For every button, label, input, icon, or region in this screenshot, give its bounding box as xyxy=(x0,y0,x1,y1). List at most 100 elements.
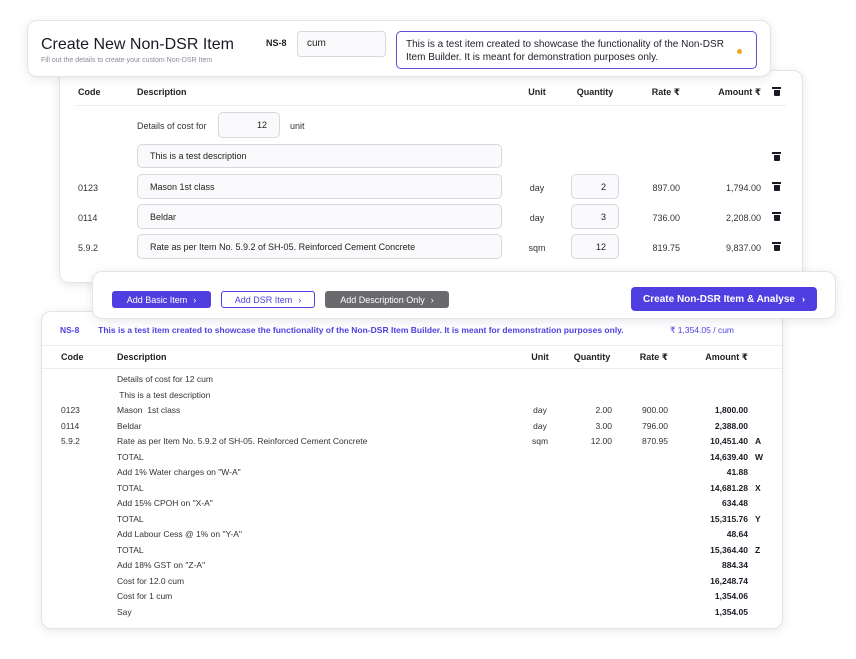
divider xyxy=(42,345,782,346)
table-row: 0114 Beldar day 3.00 796.00 2,388.00 xyxy=(42,421,782,436)
col-header-code: Code xyxy=(78,87,101,97)
table-row: Add 15% CPOH on "X-A" 634.48 xyxy=(42,498,782,513)
table-row: Say 1,354.05 xyxy=(42,607,782,622)
table-row: Add Labour Cess @ 1% on "Y-A" 48.64 xyxy=(42,529,782,544)
row-description: Add 15% CPOH on "X-A" xyxy=(117,498,213,508)
row-description: Add 18% GST on "Z-A" xyxy=(117,560,206,570)
row-code: 5.9.2 xyxy=(78,243,99,253)
chevron-right-icon: › xyxy=(801,294,805,304)
row-rate: 900.00 xyxy=(642,405,668,415)
row-rate: 819.75 xyxy=(652,243,680,253)
col-header-unit: Unit xyxy=(531,352,549,362)
col-header-rate: Rate ₹ xyxy=(651,87,680,97)
row-description: Cost for 1 cum xyxy=(117,591,173,601)
row-mark: Z xyxy=(755,544,761,555)
row-amount: 15,315.76 xyxy=(710,513,748,524)
row-quantity: 12.00 xyxy=(590,436,612,446)
row-amount: 9,837.00 xyxy=(725,243,761,253)
add-dsr-item-label: Add DSR Item xyxy=(234,294,293,305)
table-row: TOTAL 15,364.40 Z xyxy=(42,545,782,560)
row-amount: 884.34 xyxy=(722,560,748,570)
analysis-card: NS-8 This is a test item created to show… xyxy=(41,311,783,629)
row-quantity-input[interactable]: 3 xyxy=(571,204,619,229)
page-title: Create New Non-DSR Item xyxy=(41,36,234,53)
row-unit: sqm xyxy=(528,243,546,253)
row-description-input[interactable]: Rate as per Item No. 5.9.2 of SH-05. Rei… xyxy=(137,234,502,259)
row-amount: 14,681.28 xyxy=(710,482,748,493)
row-amount: 2,388.00 xyxy=(714,420,748,431)
row-rate: 796.00 xyxy=(642,420,668,431)
add-basic-item-label: Add Basic Item xyxy=(126,294,188,305)
row-code: 5.9.2 xyxy=(61,436,80,446)
action-bar: Add Basic Item › Add DSR Item › Add Desc… xyxy=(92,271,836,319)
add-dsr-item-button[interactable]: Add DSR Item › xyxy=(221,291,315,308)
analysis-code: NS-8 xyxy=(60,325,80,335)
details-label: Details of cost for xyxy=(137,121,207,131)
row-description-input[interactable]: Mason 1st class xyxy=(137,174,502,199)
row-code: 0123 xyxy=(61,405,80,415)
row-amount: 1,800.00 xyxy=(714,405,748,415)
row-amount: 14,639.40 xyxy=(710,451,748,462)
row-quantity-input[interactable]: 2 xyxy=(571,174,619,199)
row-amount: 2,208.00 xyxy=(725,213,761,223)
chevron-right-icon: › xyxy=(298,294,302,305)
row-code: 0114 xyxy=(61,420,80,431)
divider xyxy=(42,368,782,369)
add-basic-item-button[interactable]: Add Basic Item › xyxy=(112,291,211,308)
details-quantity-input[interactable]: 12 xyxy=(218,112,280,138)
row-description: Add 1% Water charges on "W-A" xyxy=(117,467,241,477)
page-subtitle: Fill out the details to create your cust… xyxy=(41,57,213,64)
row-description: Beldar xyxy=(117,420,142,431)
row-description: Details of cost for 12 cum xyxy=(117,374,213,384)
row-unit: day xyxy=(529,213,545,223)
table-row: Add 18% GST on "Z-A" 884.34 xyxy=(42,560,782,575)
row-mark: X xyxy=(755,482,761,493)
status-dot-icon xyxy=(737,49,742,54)
trash-icon[interactable] xyxy=(772,87,781,96)
unit-input[interactable]: cum xyxy=(297,31,386,57)
table-row: TOTAL 14,639.40 W xyxy=(42,452,782,467)
row-description: Add Labour Cess @ 1% on "Y-A" xyxy=(117,529,242,539)
create-item-analyse-button[interactable]: Create Non-DSR Item & Analyse › xyxy=(631,287,817,311)
builder-card: Code Description Unit Quantity Rate ₹ Am… xyxy=(59,70,803,283)
description-row-input[interactable]: This is a test description xyxy=(137,144,502,168)
trash-icon[interactable] xyxy=(772,152,781,161)
row-description-input[interactable]: Beldar xyxy=(137,204,502,229)
create-item-analyse-label: Create Non-DSR Item & Analyse xyxy=(643,293,795,305)
row-unit: day xyxy=(533,420,547,431)
add-description-only-label: Add Description Only xyxy=(340,294,425,305)
table-row: Details of cost for 12 cum xyxy=(42,374,782,389)
col-header-rate: Rate ₹ xyxy=(639,352,668,362)
row-amount: 634.48 xyxy=(722,498,748,508)
table-row: TOTAL 14,681.28 X xyxy=(42,483,782,498)
row-amount: 1,354.05 xyxy=(714,606,748,617)
row-description: TOTAL xyxy=(117,451,144,462)
analysis-banner: NS-8 This is a test item created to show… xyxy=(60,325,624,335)
add-description-only-button[interactable]: Add Description Only › xyxy=(325,291,449,308)
row-description: Cost for 12.0 cum xyxy=(117,575,185,586)
row-description: TOTAL xyxy=(117,482,144,493)
row-amount: 48.64 xyxy=(726,529,748,539)
row-amount: 10,451.40 xyxy=(710,436,748,446)
trash-icon[interactable] xyxy=(772,182,781,191)
row-description: TOTAL xyxy=(117,544,144,555)
row-rate: 897.00 xyxy=(652,183,680,193)
col-header-amount: Amount ₹ xyxy=(718,87,761,97)
row-code: 0123 xyxy=(78,183,99,193)
divider xyxy=(76,105,786,106)
row-amount: 1,354.06 xyxy=(714,591,748,601)
trash-icon[interactable] xyxy=(772,212,781,221)
row-unit: day xyxy=(529,183,545,193)
row-amount: 41.88 xyxy=(726,467,748,477)
row-rate: 870.95 xyxy=(642,436,668,446)
details-unit-label: unit xyxy=(290,121,305,131)
table-row: 5.9.2 Rate as per Item No. 5.9.2 of SH-05… xyxy=(42,436,782,451)
analysis-description: This is a test item created to showcase … xyxy=(98,325,624,335)
header-card: Create New Non-DSR Item Fill out the det… xyxy=(27,20,771,77)
col-header-description: Description xyxy=(137,87,187,97)
row-description: This is a test description xyxy=(117,389,211,400)
row-quantity-input[interactable]: 12 xyxy=(571,234,619,259)
description-input[interactable]: This is a test item created to showcase … xyxy=(396,31,757,69)
row-mark: Y xyxy=(755,513,761,524)
trash-icon[interactable] xyxy=(772,242,781,251)
